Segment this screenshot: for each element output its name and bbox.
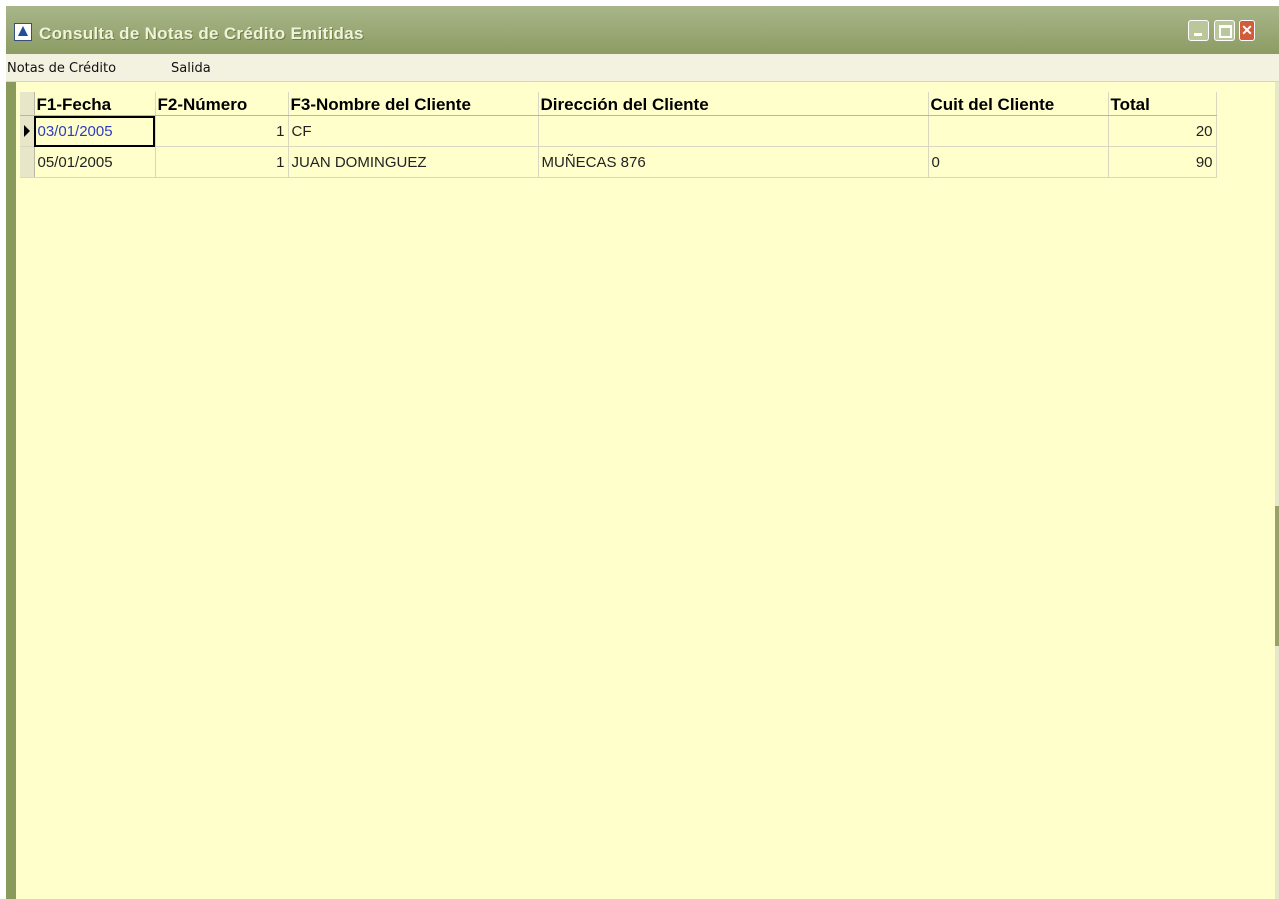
table-row[interactable]: 05/01/2005 1 JUAN DOMINGUEZ MUÑECAS 876 … [20,146,1217,178]
cell-nombre[interactable]: JUAN DOMINGUEZ [288,146,539,178]
cell-total[interactable]: 20 [1108,115,1217,147]
cell-cuit[interactable] [928,115,1109,147]
cell-direccion[interactable] [538,115,929,147]
cell-direccion[interactable]: MUÑECAS 876 [538,146,929,178]
notas-grid: F1-Fecha F2-Número F3-Nombre del Cliente… [20,92,1217,178]
menu-salida[interactable]: Salida [171,61,211,76]
grid-header-row: F1-Fecha F2-Número F3-Nombre del Cliente… [20,92,1217,116]
scrollbar-track[interactable] [1275,82,1279,899]
cell-nombre[interactable]: CF [288,115,539,147]
row-selector[interactable] [20,115,35,147]
table-row[interactable]: 03/01/2005 1 CF 20 [20,115,1217,147]
maximize-button[interactable] [1214,20,1235,41]
cell-numero[interactable]: 1 [155,146,289,178]
cell-numero[interactable]: 1 [155,115,289,147]
app-icon[interactable] [14,23,32,41]
column-header-numero[interactable]: F2-Número [155,92,289,116]
cell-fecha[interactable]: 05/01/2005 [34,146,156,178]
current-row-arrow-icon [24,125,30,137]
window-title: Consulta de Notas de Crédito Emitidas [39,24,364,43]
scrollbar-thumb[interactable] [1275,506,1279,646]
close-button[interactable]: ✕ [1239,20,1255,41]
grid-area: F1-Fecha F2-Número F3-Nombre del Cliente… [16,82,1279,899]
column-header-cuit[interactable]: Cuit del Cliente [928,92,1109,116]
app-window: Consulta de Notas de Crédito Emitidas ✕ … [6,6,1279,899]
minimize-button[interactable] [1188,20,1209,41]
row-selector[interactable] [20,146,35,178]
column-header-nombre[interactable]: F3-Nombre del Cliente [288,92,539,116]
column-header-fecha[interactable]: F1-Fecha [34,92,156,116]
cell-cuit[interactable]: 0 [928,146,1109,178]
row-selector-header [20,92,35,116]
title-bar[interactable]: Consulta de Notas de Crédito Emitidas ✕ [6,6,1279,54]
cell-fecha[interactable]: 03/01/2005 [34,115,156,147]
menu-bar: Notas de Crédito Salida [6,54,1279,82]
column-header-direccion[interactable]: Dirección del Cliente [538,92,929,116]
cell-total[interactable]: 90 [1108,146,1217,178]
column-header-total[interactable]: Total [1108,92,1217,116]
menu-notas-de-credito[interactable]: Notas de Crédito [7,61,116,76]
